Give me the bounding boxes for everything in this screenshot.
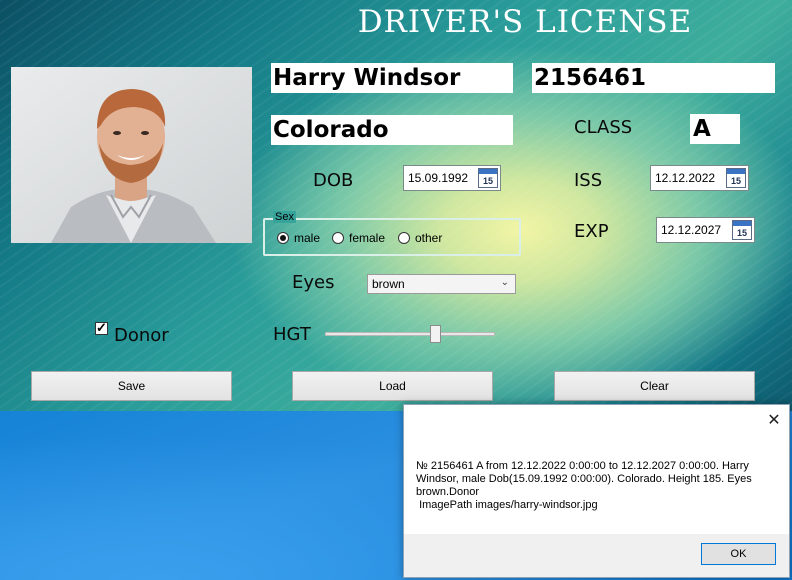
exp-value: 12.12.2027 xyxy=(661,223,722,237)
iss-label: ISS xyxy=(574,170,603,191)
sex-groupbox: Sex male female other xyxy=(263,211,521,256)
calendar-icon[interactable]: 15 xyxy=(726,168,746,188)
height-slider-thumb[interactable] xyxy=(429,325,441,343)
sex-radio-other[interactable]: other xyxy=(398,231,442,245)
exp-datepicker[interactable]: 12.12.2027 15 xyxy=(656,217,755,243)
license-form-window: DRIVER'S LICENSE Harry Windsor 2156461 C… xyxy=(0,0,792,411)
sex-radio-male[interactable]: male xyxy=(277,231,320,245)
donor-checkbox[interactable]: ✓ xyxy=(95,320,108,335)
close-icon[interactable]: ✕ xyxy=(765,411,783,429)
calendar-icon[interactable]: 15 xyxy=(732,220,752,240)
dob-datepicker[interactable]: 15.09.1992 15 xyxy=(403,165,501,191)
calendar-icon-day: 15 xyxy=(730,176,741,186)
dob-value: 15.09.1992 xyxy=(408,171,469,185)
calendar-icon-day: 15 xyxy=(482,176,493,186)
state-field[interactable]: Colorado xyxy=(271,115,513,145)
hgt-label: HGT xyxy=(273,324,311,345)
message-footer: OK xyxy=(404,534,789,577)
chevron-down-icon: ⌄ xyxy=(500,277,509,288)
message-text: № 2156461 A from 12.12.2022 0:00:00 to 1… xyxy=(416,460,752,511)
sex-legend: Sex xyxy=(273,211,296,223)
eyes-select[interactable]: brown ⌄ xyxy=(367,274,516,294)
radio-dot[interactable] xyxy=(277,232,289,244)
message-box: ✕ № 2156461 A from 12.12.2022 0:00:00 to… xyxy=(403,404,790,578)
checkmark-icon: ✓ xyxy=(96,320,107,335)
eyes-value: brown xyxy=(372,277,405,291)
save-button[interactable]: Save xyxy=(31,371,232,401)
calendar-icon-day: 15 xyxy=(736,228,747,238)
license-photo xyxy=(11,67,252,243)
radio-label: other xyxy=(415,231,443,245)
calendar-icon[interactable]: 15 xyxy=(478,168,498,188)
exp-label: EXP xyxy=(574,221,609,242)
iss-datepicker[interactable]: 12.12.2022 15 xyxy=(650,165,749,191)
donor-label: Donor xyxy=(114,325,169,346)
radio-dot[interactable] xyxy=(398,232,410,244)
radio-label: male xyxy=(294,231,321,245)
clear-button[interactable]: Clear xyxy=(554,371,755,401)
load-button[interactable]: Load xyxy=(292,371,493,401)
license-number-field[interactable]: 2156461 xyxy=(532,63,775,93)
eyes-label: Eyes xyxy=(292,272,335,293)
sex-radio-female[interactable]: female xyxy=(332,231,385,245)
radio-label: female xyxy=(349,231,386,245)
iss-value: 12.12.2022 xyxy=(655,171,716,185)
form-title: DRIVER'S LICENSE xyxy=(357,4,693,40)
class-label: CLASS xyxy=(574,117,633,138)
class-field[interactable]: A xyxy=(690,114,740,144)
ok-button[interactable]: OK xyxy=(701,543,776,565)
radio-dot[interactable] xyxy=(332,232,344,244)
name-field[interactable]: Harry Windsor xyxy=(271,63,513,93)
height-slider-track[interactable] xyxy=(325,332,495,336)
dob-label: DOB xyxy=(313,170,354,191)
